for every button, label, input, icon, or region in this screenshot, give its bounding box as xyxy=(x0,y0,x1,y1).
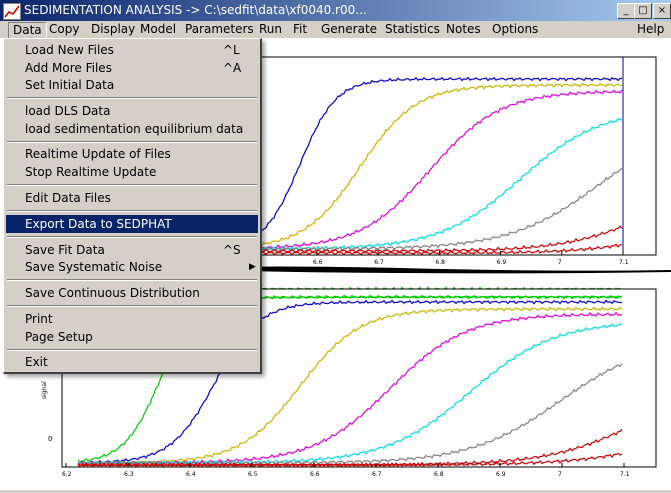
menu-item-label: Edit Data Files xyxy=(25,191,111,205)
menu-item-set-initial-data[interactable]: Set Initial Data xyxy=(6,76,258,94)
menu-data[interactable]: Data xyxy=(8,22,47,39)
menu-statistics[interactable]: Statistics xyxy=(381,22,444,37)
x-tick-label: 6.6 xyxy=(313,259,323,266)
minimize-button[interactable]: _ xyxy=(617,3,635,19)
x-tick-label: 7 xyxy=(558,471,562,478)
menu-item-label: load DLS Data xyxy=(25,104,111,118)
window-title: SEDIMENTATION ANALYSIS -> C:\sedfit\data… xyxy=(24,3,367,17)
menu-help[interactable]: Help xyxy=(633,22,668,37)
bottom-y-axis-label: signal xyxy=(41,381,48,399)
x-tick-label: 6.5 xyxy=(248,471,258,478)
menu-separator xyxy=(7,184,257,186)
menu-item-save-continuous-distribution[interactable]: Save Continuous Distribution xyxy=(6,284,258,302)
menu-item-shortcut: ^S xyxy=(223,243,241,257)
menu-item-load-dls-data[interactable]: load DLS Data xyxy=(6,102,258,120)
menu-bar: Data Copy Display Model Parameters Run F… xyxy=(0,21,671,39)
data-menu-dropdown: Load New Files ^L Add More Files ^A Set … xyxy=(3,38,262,374)
menu-display[interactable]: Display xyxy=(87,22,139,37)
menu-separator xyxy=(7,305,257,307)
x-tick-label: 6.7 xyxy=(372,471,382,478)
menu-separator xyxy=(7,349,257,351)
menu-item-shortcut: ^L xyxy=(223,43,240,57)
menu-item-label: Save Systematic Noise xyxy=(25,260,163,274)
plot-separator-band xyxy=(230,266,671,274)
x-tick-label: 7.1 xyxy=(619,259,629,266)
menu-run[interactable]: Run xyxy=(255,22,286,37)
close-button[interactable]: × xyxy=(653,3,671,19)
menu-item-load-new-files[interactable]: Load New Files ^L xyxy=(6,41,258,59)
menu-item-exit[interactable]: Exit xyxy=(6,353,258,371)
menu-item-label: Stop Realtime Update xyxy=(25,165,157,179)
menu-model[interactable]: Model xyxy=(136,22,180,37)
x-tick-label: 6.9 xyxy=(496,471,506,478)
menu-item-save-fit-data[interactable]: Save Fit Data ^S xyxy=(6,241,258,259)
menu-item-label: Save Fit Data xyxy=(25,243,105,257)
menu-item-export-sedphat[interactable]: Export Data to SEDPHAT xyxy=(6,215,258,233)
menu-separator xyxy=(7,141,257,143)
app-icon xyxy=(3,3,21,20)
x-tick-label: 6.9 xyxy=(497,259,507,266)
menu-item-edit-data-files[interactable]: Edit Data Files xyxy=(6,189,258,207)
menu-item-shortcut: ^A xyxy=(223,61,242,75)
menu-generate[interactable]: Generate xyxy=(317,22,381,37)
bottom-y-tick-label: 0 xyxy=(48,435,52,443)
x-tick-label: 7.1 xyxy=(620,471,630,478)
menu-item-label: Add More Files xyxy=(25,61,112,75)
menu-notes[interactable]: Notes xyxy=(442,22,485,37)
menu-item-page-setup[interactable]: Page Setup xyxy=(6,328,258,346)
menu-item-label: Save Continuous Distribution xyxy=(25,286,200,300)
menu-item-label: Set Initial Data xyxy=(25,78,115,92)
menu-item-save-systematic-noise[interactable]: Save Systematic Noise ▶ xyxy=(6,258,258,276)
menu-separator xyxy=(7,279,257,281)
maximize-button[interactable]: □ xyxy=(634,3,652,19)
menu-options[interactable]: Options xyxy=(488,22,542,37)
menu-fit[interactable]: Fit xyxy=(289,22,311,37)
menu-item-label: Page Setup xyxy=(25,330,93,344)
submenu-arrow-icon: ▶ xyxy=(249,262,256,272)
menu-separator xyxy=(7,236,257,238)
menu-item-add-more-files[interactable]: Add More Files ^A xyxy=(6,59,258,77)
title-bar: SEDIMENTATION ANALYSIS -> C:\sedfit\data… xyxy=(0,0,671,21)
menu-item-label: Export Data to SEDPHAT xyxy=(25,217,172,231)
menu-item-label: Realtime Update of Files xyxy=(25,147,171,161)
x-tick-label: 6.4 xyxy=(186,471,196,478)
app-icon-graphic xyxy=(4,5,20,18)
x-tick-label: 6.7 xyxy=(374,259,384,266)
menu-parameters[interactable]: Parameters xyxy=(181,22,258,37)
menu-separator xyxy=(7,210,257,212)
menu-item-label: Print xyxy=(25,312,53,326)
x-tick-label: 6.3 xyxy=(124,471,134,478)
x-tick-label: 6.8 xyxy=(434,471,444,478)
menu-item-stop-realtime-update[interactable]: Stop Realtime Update xyxy=(6,163,258,181)
menu-item-label: Load New Files xyxy=(25,43,114,57)
menu-item-label: Exit xyxy=(25,355,48,369)
menu-item-label: load sedimentation equilibrium data xyxy=(25,122,244,136)
menu-item-realtime-update[interactable]: Realtime Update of Files xyxy=(6,145,258,163)
menu-item-load-sed-equilibrium[interactable]: load sedimentation equilibrium data xyxy=(6,120,258,138)
menu-item-print[interactable]: Print xyxy=(6,310,258,328)
x-tick-label: 7 xyxy=(558,259,562,266)
x-tick-label: 6.2 xyxy=(62,471,72,478)
menu-copy[interactable]: Copy xyxy=(45,22,83,37)
x-tick-label: 6.8 xyxy=(435,259,445,266)
menu-separator xyxy=(7,97,257,99)
x-tick-label: 6.6 xyxy=(310,471,320,478)
